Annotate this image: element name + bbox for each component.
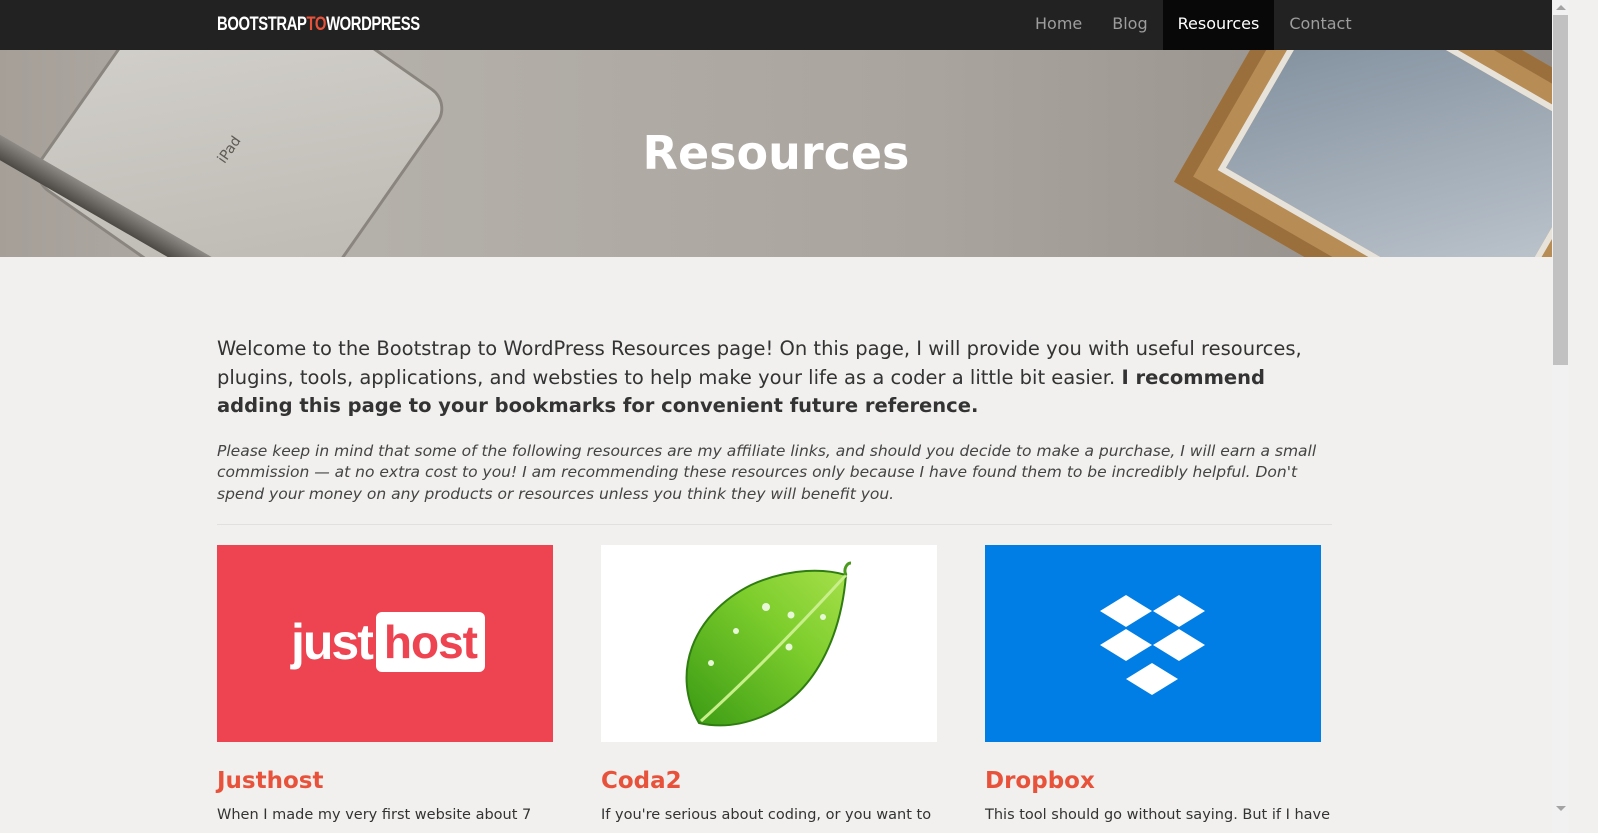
dropbox-image[interactable]	[985, 545, 1321, 742]
intro-lead: Welcome to the Bootstrap to WordPress Re…	[217, 335, 1332, 421]
navbar: BOOTSTRAPTOWORDPRESS Home Blog Resources…	[0, 0, 1552, 50]
coda2-image[interactable]	[601, 545, 937, 742]
card-title-coda2[interactable]: Coda2	[601, 768, 682, 794]
nav-blog[interactable]: Blog	[1097, 0, 1162, 50]
justhost-logo: just host	[291, 611, 486, 673]
card-text-justhost: When I made my very first website about …	[217, 807, 532, 823]
nav-resources[interactable]: Resources	[1162, 0, 1275, 50]
scroll-down-arrow-icon[interactable]	[1556, 806, 1566, 811]
page-title: Resources	[642, 126, 910, 180]
nav-menu: Home Blog Resources Contact	[1020, 0, 1367, 50]
card-text-dropbox: This tool should go without saying. But …	[985, 807, 1331, 823]
dropbox-icon	[1100, 595, 1205, 695]
nav-home[interactable]: Home	[1020, 0, 1097, 50]
justhost-logo-host: host	[375, 612, 486, 672]
intro-section: Welcome to the Bootstrap to WordPress Re…	[217, 335, 1332, 505]
affiliate-note: Please keep in mind that some of the fol…	[217, 441, 1317, 503]
justhost-logo-just: just	[291, 614, 374, 670]
divider	[217, 524, 1332, 525]
resource-card-dropbox: Dropbox This tool should go without sayi…	[985, 545, 1330, 823]
leaf-icon	[685, 561, 852, 727]
card-text-coda2: If you're serious about coding, or you w…	[601, 807, 932, 823]
logo-text-bootstrap: BOOTSTRAP	[217, 14, 307, 35]
logo-text-to: TO	[306, 14, 327, 35]
scroll-up-arrow-icon[interactable]	[1556, 5, 1566, 10]
justhost-image[interactable]: just host	[217, 545, 553, 742]
card-title-dropbox[interactable]: Dropbox	[985, 768, 1095, 794]
resource-card-coda2: Coda2 If you're serious about coding, or…	[601, 545, 937, 823]
scrollbar-thumb[interactable]	[1553, 15, 1568, 365]
logo-text-wordpress: WORDPRESS	[326, 14, 420, 35]
site-logo[interactable]: BOOTSTRAPTOWORDPRESS	[217, 12, 420, 38]
resource-card-justhost: just host Justhost When I made my very fi…	[217, 545, 553, 823]
hero-banner: iPad Resources	[0, 50, 1552, 257]
nav-contact[interactable]: Contact	[1274, 0, 1366, 50]
card-title-justhost[interactable]: Justhost	[217, 768, 323, 794]
